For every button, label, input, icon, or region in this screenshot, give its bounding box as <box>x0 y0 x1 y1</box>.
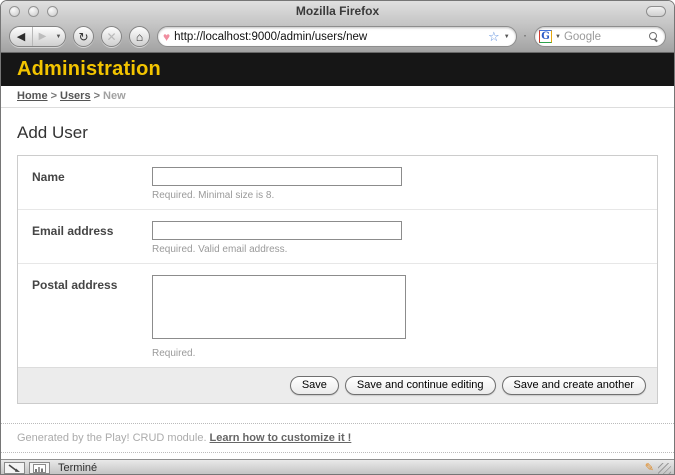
name-label: Name <box>32 167 152 201</box>
title-bar[interactable]: Mozilla Firefox <box>1 1 674 21</box>
postal-textarea[interactable] <box>152 275 406 339</box>
page-title: Add User <box>17 123 658 143</box>
email-help-text: Required. Valid email address. <box>152 244 645 255</box>
diagonal-pencil-icon <box>8 464 21 473</box>
zoom-button[interactable] <box>47 6 58 17</box>
close-button[interactable] <box>9 6 20 17</box>
status-bar: Terminé ✎ <box>1 459 674 475</box>
page-footer: Generated by the Play! CRUD module.Learn… <box>1 423 674 453</box>
page-viewport: Administration Home>Users>New Add User N… <box>1 53 674 459</box>
url-input[interactable] <box>174 31 484 43</box>
form-row-name: Name Required. Minimal size is 8. <box>18 156 657 210</box>
window-title: Mozilla Firefox <box>1 4 674 18</box>
bookmark-star-icon[interactable]: ☆ <box>488 30 500 43</box>
form-buttons-bar: Save Save and continue editing Save and … <box>18 367 657 403</box>
breadcrumb-current: New <box>103 90 126 102</box>
statusbar-chart-icon[interactable] <box>29 462 50 474</box>
orange-pencil-icon[interactable]: ✎ <box>645 463 654 474</box>
breadcrumb-link-users[interactable]: Users <box>60 90 91 102</box>
navigation-toolbar: ◀ ▶ ▼ ↻ ✕ ⌂ ♥ ☆ ▼ · G ▼ <box>1 21 674 53</box>
mini-bar-chart-icon <box>33 464 46 473</box>
breadcrumb-link-home[interactable]: Home <box>17 90 48 102</box>
location-bar[interactable]: ♥ ☆ ▼ <box>157 26 517 47</box>
add-user-form: Name Required. Minimal size is 8. Email … <box>17 155 658 404</box>
form-row-postal: Postal address Required. <box>18 264 657 367</box>
resize-grip[interactable] <box>658 463 671 475</box>
save-and-continue-button[interactable]: Save and continue editing <box>345 376 496 395</box>
email-label: Email address <box>32 221 152 255</box>
postal-label: Postal address <box>32 275 152 359</box>
browser-window: Mozilla Firefox ◀ ▶ ▼ ↻ ✕ ⌂ ♥ ☆ ▼ · G ▼ … <box>0 0 675 475</box>
back-button[interactable]: ◀ <box>10 27 33 46</box>
breadcrumb-separator: > <box>51 90 57 102</box>
google-logo-icon[interactable]: G <box>539 30 552 43</box>
forward-button[interactable]: ▶ <box>33 27 52 46</box>
history-nav-group: ◀ ▶ ▼ <box>9 26 66 47</box>
postal-help-text: Required. <box>152 348 645 359</box>
customize-link[interactable]: Learn how to customize it ! <box>210 432 352 444</box>
site-header: Administration <box>1 53 674 86</box>
statusbar-edit-arrow-icon[interactable] <box>4 462 25 474</box>
site-title: Administration <box>1 58 161 81</box>
toolbar-toggle-lozenge-icon[interactable] <box>646 6 666 17</box>
search-engine-dropdown-icon[interactable]: ▼ <box>555 34 561 40</box>
search-magnifier-icon[interactable] <box>648 31 659 42</box>
toolbar-separator-dot: · <box>524 31 527 42</box>
history-dropdown-icon[interactable]: ▼ <box>52 27 65 46</box>
breadcrumb: Home>Users>New <box>1 86 674 108</box>
save-button[interactable]: Save <box>290 376 339 395</box>
traffic-lights <box>9 6 58 17</box>
search-input[interactable] <box>564 31 645 43</box>
footer-text: Generated by the Play! CRUD module. <box>17 432 207 444</box>
name-help-text: Required. Minimal size is 8. <box>152 190 645 201</box>
status-text: Terminé <box>58 462 97 474</box>
search-box[interactable]: G ▼ <box>534 26 666 47</box>
breadcrumb-separator: > <box>94 90 100 102</box>
email-input[interactable] <box>152 221 402 240</box>
location-dropdown-icon[interactable]: ▼ <box>504 34 510 40</box>
save-and-create-another-button[interactable]: Save and create another <box>502 376 646 395</box>
home-button[interactable]: ⌂ <box>129 26 150 47</box>
name-input[interactable] <box>152 167 402 186</box>
minimize-button[interactable] <box>28 6 39 17</box>
form-row-email: Email address Required. Valid email addr… <box>18 210 657 264</box>
stop-button[interactable]: ✕ <box>101 26 122 47</box>
site-favicon-heart-icon: ♥ <box>163 31 170 43</box>
reload-button[interactable]: ↻ <box>73 26 94 47</box>
